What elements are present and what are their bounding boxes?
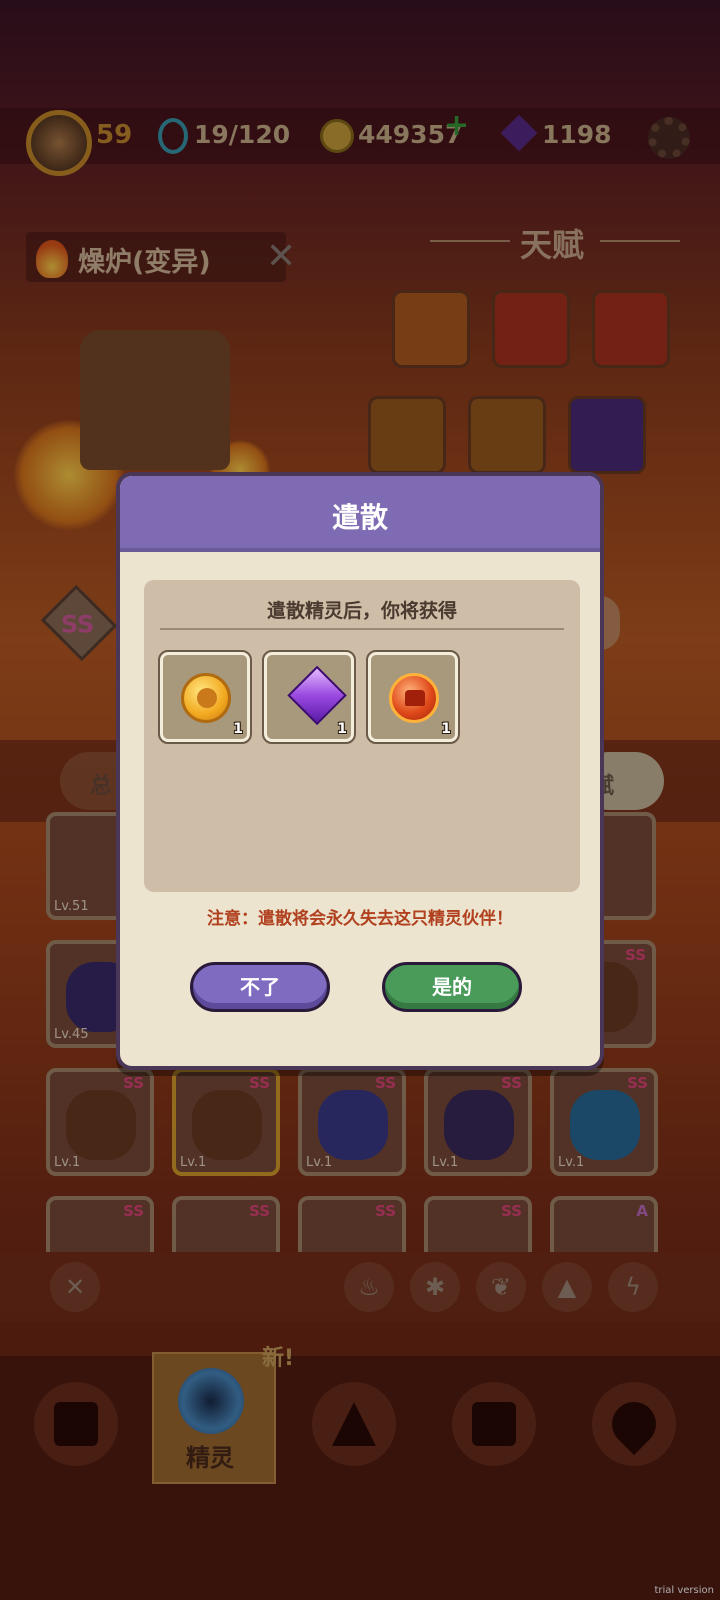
reward-count: 1 — [441, 721, 451, 737]
warning-text: 注意：遣散将会永久失去这只精灵伙伴！ — [207, 909, 513, 929]
paw-icon — [197, 688, 217, 708]
reward-slot-core[interactable]: 1 — [366, 650, 460, 744]
coin-icon — [181, 673, 231, 723]
reward-caption: 遣散精灵后，你将获得 — [266, 600, 457, 622]
dialog-header: 遣散 — [120, 476, 600, 552]
red-core-icon — [389, 673, 439, 723]
dismiss-dialog: 遣散 遣散精灵后，你将获得 1 1 1 注意：遣散将会永久失去这只精灵伙伴！ 不… — [116, 472, 604, 1070]
reward-count: 1 — [233, 721, 243, 737]
dialog-title: 遣散 — [331, 501, 388, 534]
reward-slot-gem[interactable]: 1 — [262, 650, 356, 744]
reward-count: 1 — [337, 721, 347, 737]
reward-slot-coin[interactable]: 1 — [158, 650, 252, 744]
divider — [160, 628, 564, 630]
reward-panel: 遣散精灵后，你将获得 1 1 1 — [144, 580, 580, 892]
purple-gem-icon — [287, 665, 347, 726]
confirm-button[interactable]: 是的 — [382, 962, 522, 1012]
cancel-button[interactable]: 不了 — [190, 962, 330, 1012]
core-center — [405, 690, 425, 706]
